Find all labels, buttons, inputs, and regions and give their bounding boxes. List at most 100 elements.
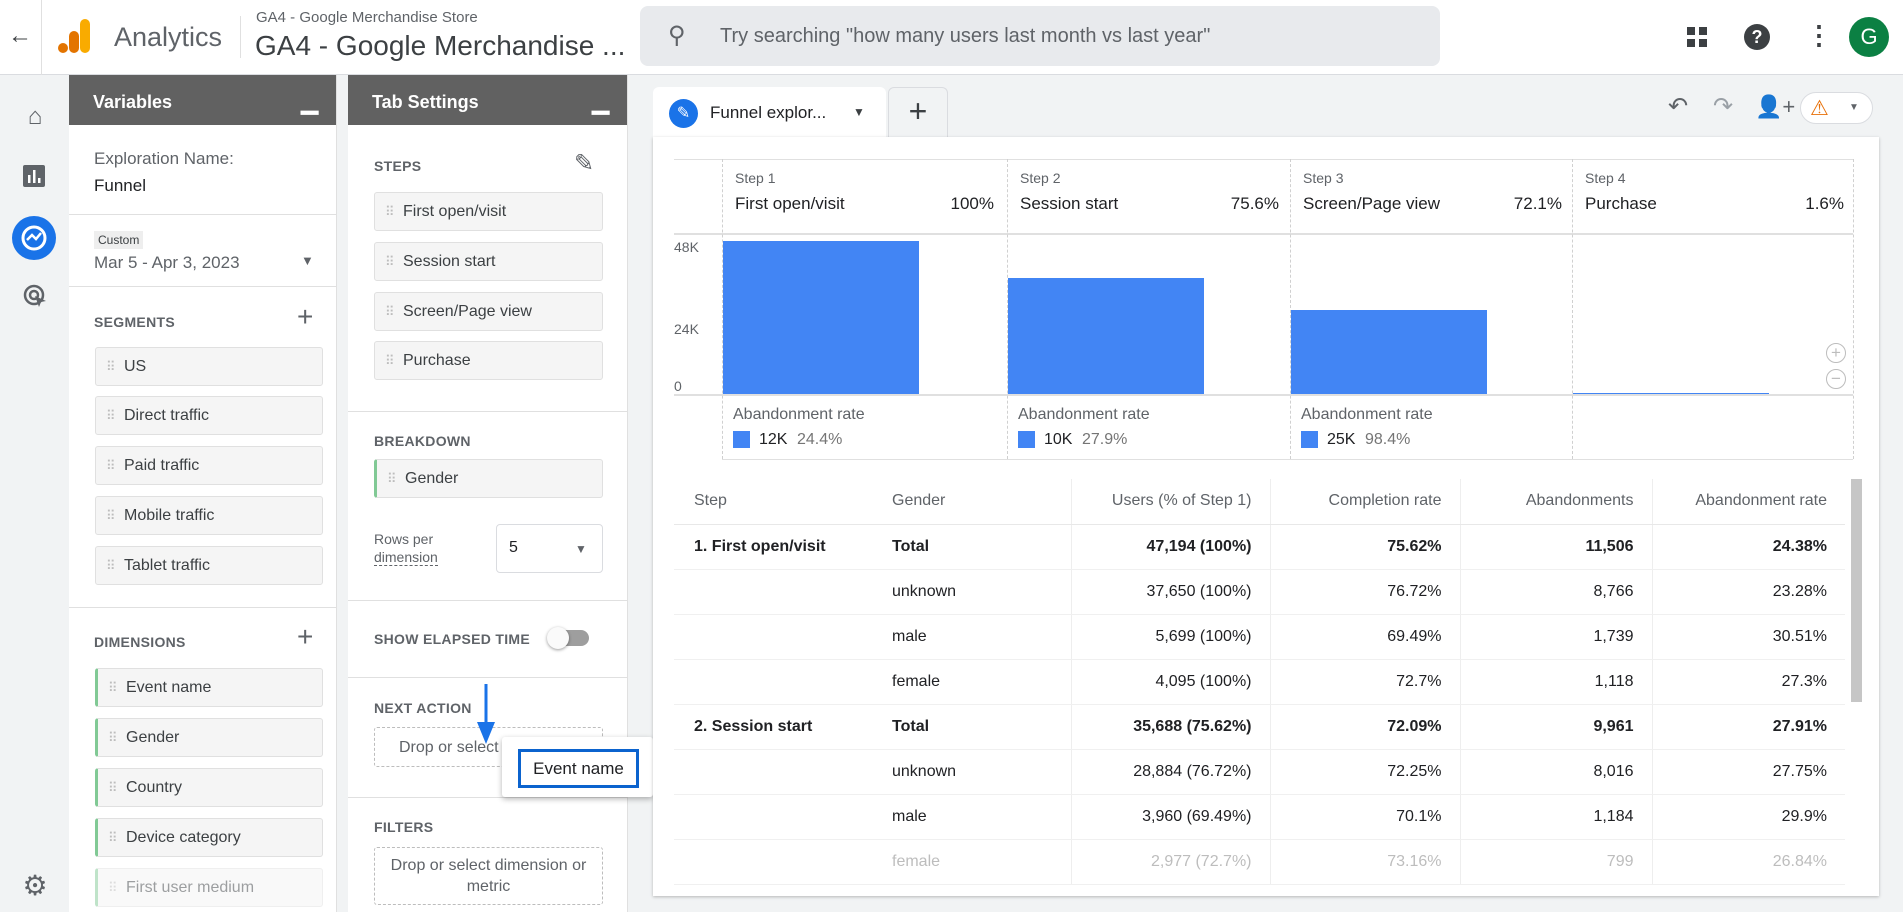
list-item[interactable]: ⠿ Device category (95, 818, 323, 857)
table-row[interactable]: 1. First open/visit Total 47,194 (100%) 75.… (674, 524, 1845, 570)
drag-handle-icon[interactable]: ⠿ (108, 731, 118, 744)
drag-handle-icon[interactable]: ⠿ (108, 681, 118, 694)
funnel-bar[interactable] (1573, 392, 1769, 394)
reports-icon[interactable] (23, 165, 45, 187)
list-item[interactable]: ⠿ Screen/Page view (374, 292, 603, 331)
settings-icon[interactable]: ⚙ (17, 867, 53, 903)
funnel-bar[interactable] (1008, 278, 1204, 394)
drag-handle-icon[interactable]: ⠿ (387, 472, 397, 485)
list-item[interactable]: ⠿ US (95, 347, 323, 386)
back-arrow-icon[interactable]: ← (8, 22, 32, 50)
tab-funnel-exploration[interactable]: ✎ Funnel explor... ▼ (653, 87, 886, 138)
list-item[interactable]: ⠿ Purchase (374, 341, 603, 380)
chevron-down-icon[interactable]: ▼ (853, 105, 865, 119)
col-header-abandonments[interactable]: Abandonments (1459, 479, 1652, 525)
step-number: Step 1 (735, 170, 776, 186)
minimize-icon[interactable]: ▁ (301, 89, 318, 115)
funnel-bar[interactable] (723, 240, 919, 394)
dragged-dimension-event-name[interactable]: Event name (518, 749, 639, 788)
abandonments-cell: 1,184 (1459, 794, 1652, 840)
advertising-icon[interactable] (22, 283, 48, 309)
table-row[interactable]: male 3,960 (69.49%) 70.1% 1,184 29.9% (674, 794, 1845, 840)
list-item[interactable]: ⠿ First open/visit (374, 192, 603, 231)
property-selector[interactable]: GA4 - Google Merchandise ... (255, 30, 625, 62)
drag-handle-icon[interactable]: ⠿ (385, 205, 395, 218)
drag-handle-icon[interactable]: ⠿ (108, 881, 118, 894)
table-scrollbar[interactable] (1851, 479, 1862, 702)
divider (348, 677, 627, 678)
more-vert-icon[interactable]: ⋮ (1806, 20, 1832, 51)
edit-pencil-icon[interactable]: ✎ (574, 149, 594, 178)
drag-handle-icon[interactable]: ⠿ (106, 409, 116, 422)
elapsed-time-toggle[interactable] (547, 627, 589, 649)
col-header-gender[interactable]: Gender (872, 479, 1071, 525)
table-row[interactable]: unknown 37,650 (100%) 76.72% 8,766 23.28% (674, 569, 1845, 615)
breakdown-title: BREAKDOWN (374, 433, 471, 449)
drag-handle-icon[interactable]: ⠿ (106, 559, 116, 572)
list-item[interactable]: ⠿ Tablet traffic (95, 546, 323, 585)
chip-label: First user medium (126, 878, 255, 896)
list-item[interactable]: ⠿ Event name (95, 668, 323, 707)
list-item[interactable]: ⠿ Mobile traffic (95, 496, 323, 535)
drag-handle-icon[interactable]: ⠿ (385, 305, 395, 318)
col-header-abandonment-rate[interactable]: Abandonment rate (1651, 479, 1845, 525)
list-item[interactable]: ⠿ Paid traffic (95, 446, 323, 485)
drag-handle-icon[interactable]: ⠿ (106, 360, 116, 373)
exploration-name-input[interactable]: Funnel (94, 176, 146, 196)
help-icon[interactable]: ? (1744, 24, 1770, 50)
redo-icon[interactable]: ↷ (1713, 92, 1733, 121)
abandonment-count: 12K (759, 431, 788, 448)
divider (348, 411, 627, 412)
chevron-down-icon[interactable]: ▼ (301, 253, 314, 268)
col-header-users[interactable]: Users (% of Step 1) (1070, 479, 1270, 525)
list-item[interactable]: ⠿ First user medium (95, 868, 323, 907)
column-divider (1290, 159, 1291, 459)
col-header-completion-rate[interactable]: Completion rate (1269, 479, 1460, 525)
rows-per-dimension-select[interactable]: 5 ▼ (496, 524, 603, 573)
apps-grid-icon[interactable] (1687, 27, 1707, 47)
add-dimension-icon[interactable]: + (297, 621, 313, 653)
top-bar: ← Analytics GA4 - Google Merchandise Sto… (0, 0, 1903, 75)
chip-label: Device category (126, 828, 241, 846)
share-person-add-icon[interactable]: 👤+ (1755, 94, 1795, 120)
add-segment-icon[interactable]: + (297, 301, 313, 333)
drag-handle-icon[interactable]: ⠿ (108, 781, 118, 794)
step-number: Step 2 (1020, 170, 1061, 186)
date-range-picker[interactable]: Mar 5 - Apr 3, 2023 (94, 253, 240, 273)
add-tab-button[interactable]: + (888, 87, 948, 137)
zoom-in-icon[interactable]: + (1826, 343, 1846, 363)
filters-dropzone[interactable]: Drop or select dimension or metric (374, 847, 603, 905)
explore-icon[interactable] (12, 216, 56, 260)
avatar[interactable]: G (1849, 17, 1889, 57)
search-input[interactable]: Try searching "how many users last month… (720, 25, 1210, 48)
undo-icon[interactable]: ↶ (1668, 92, 1688, 121)
divider (69, 607, 336, 608)
drag-handle-icon[interactable]: ⠿ (106, 459, 116, 472)
completion-rate-cell: 70.1% (1269, 794, 1460, 840)
table-row[interactable]: 2. Session start Total 35,688 (75.62%) 72.0… (674, 704, 1845, 750)
list-item[interactable]: ⠿ Gender (95, 718, 323, 757)
zoom-out-icon[interactable]: − (1826, 369, 1846, 389)
minimize-icon[interactable]: ▁ (592, 89, 609, 115)
variables-header: Variables ▁ (69, 75, 336, 125)
drag-handle-icon[interactable]: ⠿ (108, 831, 118, 844)
drag-handle-icon[interactable]: ⠿ (385, 255, 395, 268)
funnel-bar[interactable] (1291, 310, 1487, 394)
property-account[interactable]: GA4 - Google Merchandise Store (256, 9, 478, 26)
breakdown-chip[interactable]: ⠿ Gender (374, 459, 603, 498)
table-row[interactable]: unknown 28,884 (76.72%) 72.25% 8,016 27.75% (674, 749, 1845, 795)
list-item[interactable]: ⠿ Country (95, 768, 323, 807)
users-cell: 3,960 (69.49%) (1070, 794, 1270, 840)
home-icon[interactable]: ⌂ (17, 99, 53, 135)
table-row[interactable]: female 4,095 (100%) 72.7% 1,118 27.3% (674, 659, 1845, 705)
warning-menu-button[interactable]: ⚠ ▼ (1800, 92, 1873, 124)
table-row[interactable]: female 2,977 (72.7%) 73.16% 799 26.84% (674, 839, 1845, 885)
table-row[interactable]: male 5,699 (100%) 69.49% 1,739 30.51% (674, 614, 1845, 660)
drag-handle-icon[interactable]: ⠿ (106, 509, 116, 522)
list-item[interactable]: ⠿ Direct traffic (95, 396, 323, 435)
completion-rate-cell: 72.7% (1269, 659, 1460, 705)
col-header-step[interactable]: Step (674, 479, 872, 525)
drag-handle-icon[interactable]: ⠿ (385, 354, 395, 367)
search-bar[interactable]: ⚲ Try searching "how many users last mon… (640, 6, 1440, 66)
list-item[interactable]: ⠿ Session start (374, 242, 603, 281)
